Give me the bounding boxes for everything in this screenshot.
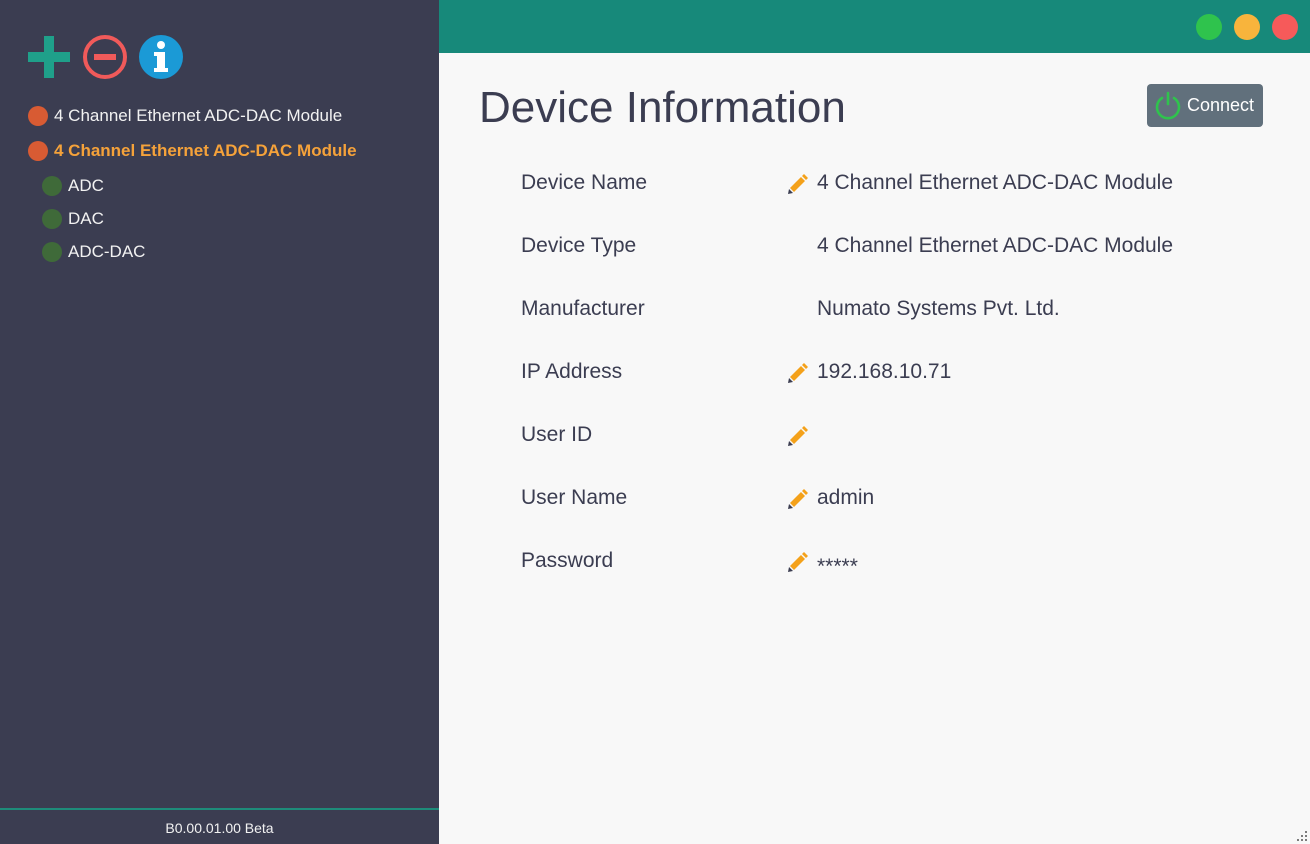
device-label: 4 Channel Ethernet ADC-DAC Module xyxy=(54,141,357,160)
tree-device-item-selected[interactable]: 4 Channel Ethernet ADC-DAC Module xyxy=(28,139,428,163)
info-icon xyxy=(139,35,183,79)
field-label: IP Address xyxy=(521,360,623,383)
field-label: Device Type xyxy=(521,234,637,257)
field-value: 192.168.10.71 xyxy=(817,360,952,383)
field-label: User ID xyxy=(521,423,593,446)
field-label: Password xyxy=(521,549,614,572)
info-row-user-name: User Name admin xyxy=(521,482,1281,545)
field-value: 4 Channel Ethernet ADC-DAC Module xyxy=(817,234,1174,257)
device-status-icon xyxy=(28,106,48,126)
device-status-icon xyxy=(28,141,48,161)
pencil-icon[interactable] xyxy=(786,360,810,384)
field-label: Device Name xyxy=(521,171,648,194)
connect-label: Connect xyxy=(1187,95,1255,115)
password-value: ***** xyxy=(817,555,858,578)
info-row-password: Password ***** xyxy=(521,545,1281,608)
child-status-icon xyxy=(42,242,62,262)
power-icon xyxy=(1155,91,1181,119)
field-value: 4 Channel Ethernet ADC-DAC Module xyxy=(817,171,1174,194)
field-label: Manufacturer xyxy=(521,297,645,320)
sidebar-divider xyxy=(0,808,439,810)
version-label: B0.00.01.00 Beta xyxy=(165,820,274,836)
maximize-button[interactable] xyxy=(1196,14,1222,40)
minimize-button[interactable] xyxy=(1234,14,1260,40)
pencil-icon[interactable] xyxy=(786,549,810,573)
plus-icon xyxy=(28,36,70,78)
child-label: DAC xyxy=(68,209,104,228)
app-window: 4 Channel Ethernet ADC-DAC Module 4 Chan… xyxy=(0,0,1310,844)
info-row-ip-address: IP Address 192.168.10.71 xyxy=(521,356,1281,419)
tree-child-item-dac[interactable]: DAC xyxy=(42,207,428,231)
child-status-icon xyxy=(42,176,62,196)
main-panel: Device Information Connect Device Name 4… xyxy=(439,53,1310,844)
device-label: 4 Channel Ethernet ADC-DAC Module xyxy=(54,106,343,125)
pencil-icon[interactable] xyxy=(786,486,810,510)
resize-grip-icon[interactable] xyxy=(1296,830,1308,842)
field-label: User Name xyxy=(521,486,628,509)
child-label: ADC-DAC xyxy=(68,242,146,261)
title-bar xyxy=(439,0,1310,53)
device-tree: 4 Channel Ethernet ADC-DAC Module 4 Chan… xyxy=(28,104,428,273)
tree-child-item-adc[interactable]: ADC xyxy=(42,174,428,198)
close-button[interactable] xyxy=(1272,14,1298,40)
pencil-icon[interactable] xyxy=(786,171,810,195)
info-row-user-id: User ID xyxy=(521,419,1281,482)
page-title: Device Information xyxy=(479,83,846,132)
pencil-icon[interactable] xyxy=(786,423,810,447)
minus-circle-icon xyxy=(83,35,127,79)
connect-button[interactable]: Connect xyxy=(1147,84,1263,127)
field-value: admin xyxy=(817,486,875,509)
info-row-device-name: Device Name 4 Channel Ethernet ADC-DAC M… xyxy=(521,167,1281,230)
child-status-icon xyxy=(42,209,62,229)
info-row-manufacturer: Manufacturer Numato Systems Pvt. Ltd. xyxy=(521,293,1281,356)
info-button[interactable] xyxy=(138,34,184,80)
add-device-button[interactable] xyxy=(26,34,72,80)
field-value: Numato Systems Pvt. Ltd. xyxy=(817,297,1060,320)
device-info-table: Device Name 4 Channel Ethernet ADC-DAC M… xyxy=(521,167,1281,608)
sidebar: 4 Channel Ethernet ADC-DAC Module 4 Chan… xyxy=(0,0,439,844)
child-label: ADC xyxy=(68,176,104,195)
sidebar-toolbar xyxy=(26,34,184,80)
remove-device-button[interactable] xyxy=(82,34,128,80)
tree-child-item-adc-dac[interactable]: ADC-DAC xyxy=(42,240,428,264)
tree-device-item[interactable]: 4 Channel Ethernet ADC-DAC Module xyxy=(28,104,428,128)
info-row-device-type: Device Type 4 Channel Ethernet ADC-DAC M… xyxy=(521,230,1281,293)
